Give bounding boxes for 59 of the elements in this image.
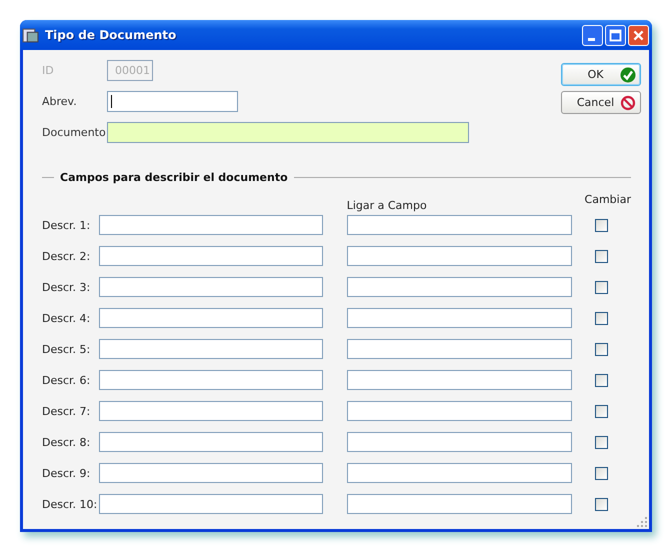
- description-label: Descr. 10:: [42, 498, 98, 510]
- checkbox[interactable]: [594, 466, 608, 480]
- checkbox[interactable]: [594, 250, 608, 262]
- document-icon: [22, 26, 39, 44]
- maximize-button[interactable]: [605, 24, 626, 46]
- abrev-label: Abrev.: [42, 95, 78, 108]
- link-field-input[interactable]: [346, 308, 572, 328]
- description-field[interactable]: [99, 215, 323, 235]
- checkbox[interactable]: [594, 436, 608, 448]
- link-field-input[interactable]: [346, 463, 572, 483]
- link-field-input[interactable]: [346, 370, 572, 390]
- description-label: Descr. 6:: [42, 374, 92, 386]
- checkbox[interactable]: [594, 218, 608, 232]
- description-field[interactable]: [99, 246, 323, 266]
- dialog-button[interactable]: OK: [561, 63, 641, 86]
- description-label: Descr. 7:: [42, 404, 92, 418]
- description-field[interactable]: [99, 339, 323, 359]
- description-label: Descr. 2:: [42, 250, 92, 262]
- description-field[interactable]: [99, 494, 323, 514]
- description-field[interactable]: [99, 277, 323, 297]
- link-field-input[interactable]: [346, 246, 572, 266]
- dialog-button[interactable]: Cancel: [561, 91, 641, 114]
- minimize-button[interactable]: [582, 24, 603, 46]
- description-label: Descr. 5:: [42, 342, 92, 356]
- resize-grip-icon: [637, 517, 647, 527]
- id-label: ID: [42, 64, 55, 77]
- checkbox[interactable]: [594, 342, 608, 356]
- checkbox[interactable]: [594, 312, 608, 324]
- link-field-input[interactable]: [346, 432, 572, 452]
- checkbox[interactable]: [594, 404, 608, 418]
- documento-label: Documento: [42, 126, 107, 139]
- description-field[interactable]: [99, 308, 323, 328]
- checkmark-icon: [620, 66, 636, 82]
- description-label: Descr. 9:: [42, 466, 92, 480]
- description-label: Descr. 1:: [42, 218, 92, 232]
- description-field[interactable]: [99, 463, 323, 483]
- group-title: Campos para describir el documento: [60, 171, 288, 184]
- window-title: Tipo de Documento: [45, 28, 178, 42]
- prohibited-icon: [620, 94, 636, 110]
- checkbox[interactable]: [594, 374, 608, 386]
- checkbox[interactable]: [594, 280, 608, 294]
- documento-field[interactable]: [107, 122, 469, 143]
- description-field[interactable]: [99, 401, 323, 421]
- column-header: Ligar a Campo: [346, 199, 428, 212]
- link-field-input[interactable]: [346, 277, 572, 297]
- link-field-input[interactable]: [346, 494, 572, 514]
- description-label: Descr. 3:: [42, 280, 92, 294]
- link-field-input[interactable]: [346, 401, 572, 421]
- description-field[interactable]: [99, 432, 323, 452]
- abrev-field[interactable]: [107, 91, 238, 112]
- link-field-input[interactable]: [346, 215, 572, 235]
- description-label: Descr. 8:: [42, 436, 92, 448]
- description-field[interactable]: [99, 370, 323, 390]
- checkbox[interactable]: [594, 498, 608, 510]
- close-button[interactable]: [628, 24, 649, 46]
- description-label: Descr. 4:: [42, 312, 92, 324]
- minimize-icon: [588, 38, 595, 40]
- column-header: Cambiar: [584, 193, 631, 206]
- link-field-input[interactable]: [346, 339, 572, 359]
